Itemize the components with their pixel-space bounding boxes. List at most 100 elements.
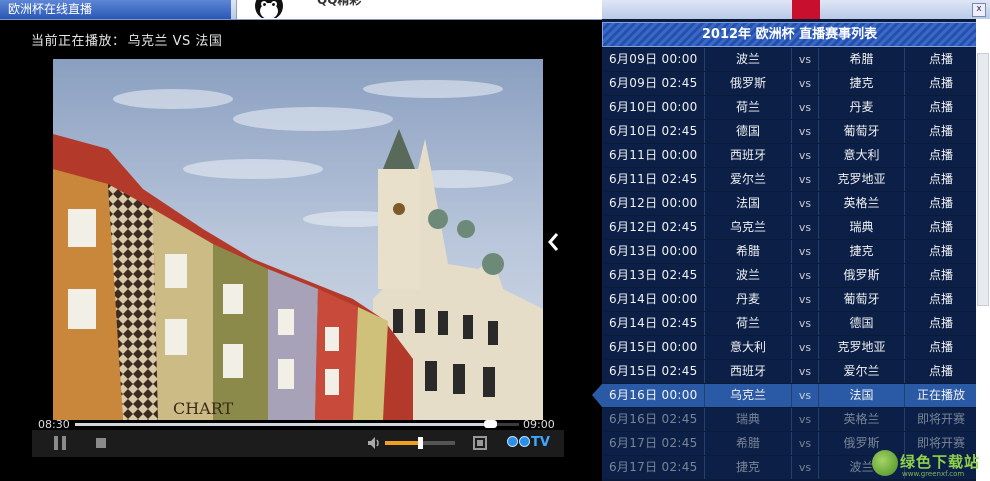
schedule-date: 6月15日 00:00 xyxy=(602,336,705,359)
home-team: 爱尔兰 xyxy=(705,168,792,191)
leaf-logo-icon xyxy=(872,450,898,476)
schedule-row[interactable]: 6月14日 02:45 荷兰 vs 德国 点播 xyxy=(602,312,977,335)
home-team: 乌克兰 xyxy=(705,384,792,407)
schedule-row[interactable]: 6月13日 02:45 波兰 vs 俄罗斯 点播 xyxy=(602,264,977,287)
play-action[interactable]: 点播 xyxy=(905,240,977,263)
vs-label: vs xyxy=(792,456,819,479)
play-action[interactable]: 点播 xyxy=(905,144,977,167)
volume-slider[interactable] xyxy=(385,437,455,449)
schedule-date: 6月13日 00:00 xyxy=(602,240,705,263)
away-team: 丹麦 xyxy=(819,96,905,119)
play-action[interactable]: 点播 xyxy=(905,264,977,287)
schedule-row[interactable]: 6月15日 00:00 意大利 vs 克罗地亚 点播 xyxy=(602,336,977,359)
schedule-scrollbar[interactable] xyxy=(976,19,990,481)
vs-label: vs xyxy=(792,96,819,119)
vs-label: vs xyxy=(792,312,819,335)
schedule-date: 6月16日 00:00 xyxy=(602,384,705,407)
schedule-row[interactable]: 6月16日 02:45 瑞典 vs 英格兰 即将开赛 xyxy=(602,408,977,431)
play-action[interactable]: 点播 xyxy=(905,216,977,239)
video-frame[interactable]: CHART xyxy=(53,59,543,420)
away-team: 英格兰 xyxy=(819,408,905,431)
progress-bar[interactable] xyxy=(75,420,519,428)
vs-label: vs xyxy=(792,408,819,431)
play-action[interactable]: 正在播放 xyxy=(905,384,977,407)
away-team: 葡萄牙 xyxy=(819,288,905,311)
play-action[interactable]: 点播 xyxy=(905,360,977,383)
pptv-logo-dot-icon xyxy=(519,436,530,447)
play-action[interactable]: 点播 xyxy=(905,96,977,119)
vs-label: vs xyxy=(792,48,819,71)
now-playing-label: 当前正在播放： xyxy=(31,34,126,49)
vs-label: vs xyxy=(792,216,819,239)
away-team: 俄罗斯 xyxy=(819,264,905,287)
play-action[interactable]: 点播 xyxy=(905,168,977,191)
schedule-panel: 2012年 欧洲杯 直播赛事列表 6月09日 00:00 波兰 vs 希腊 点播 6月09… xyxy=(592,19,990,481)
play-action[interactable]: 点播 xyxy=(905,312,977,335)
schedule-date: 6月12日 00:00 xyxy=(602,192,705,215)
schedule-date: 6月11日 00:00 xyxy=(602,144,705,167)
home-team: 俄罗斯 xyxy=(705,72,792,95)
site-watermark: 绿色下载站 www.greenxf.com xyxy=(872,449,990,481)
vs-label: vs xyxy=(792,264,819,287)
vs-label: vs xyxy=(792,72,819,95)
schedule-row[interactable]: 6月14日 00:00 丹麦 vs 葡萄牙 点播 xyxy=(602,288,977,311)
schedule-row[interactable]: 6月09日 02:45 俄罗斯 vs 捷克 点播 xyxy=(602,72,977,95)
home-team: 法国 xyxy=(705,192,792,215)
schedule-date: 6月11日 02:45 xyxy=(602,168,705,191)
schedule-row[interactable]: 6月09日 00:00 波兰 vs 希腊 点播 xyxy=(602,48,977,71)
schedule-row[interactable]: 6月15日 02:45 西班牙 vs 爱尔兰 点播 xyxy=(602,360,977,383)
schedule-date: 6月17日 02:45 xyxy=(602,456,705,479)
play-action[interactable]: 点播 xyxy=(905,120,977,143)
play-action[interactable]: 点播 xyxy=(905,288,977,311)
scrollbar-thumb[interactable] xyxy=(977,53,989,306)
play-action[interactable]: 点播 xyxy=(905,192,977,215)
schedule-row[interactable]: 6月11日 00:00 西班牙 vs 意大利 点播 xyxy=(602,144,977,167)
away-team: 葡萄牙 xyxy=(819,120,905,143)
qq-penguin-icon xyxy=(255,0,283,18)
home-team: 乌克兰 xyxy=(705,216,792,239)
qq-banner[interactable]: QQ精彩 xyxy=(236,0,602,19)
now-playing-match: 乌克兰 VS 法国 xyxy=(127,34,223,49)
fullscreen-icon[interactable] xyxy=(473,436,487,450)
stop-button[interactable] xyxy=(96,438,106,448)
collapse-panel-arrow-icon[interactable] xyxy=(547,232,559,252)
volume-knob[interactable] xyxy=(418,437,423,449)
home-team: 丹麦 xyxy=(705,288,792,311)
schedule-row[interactable]: 6月13日 00:00 希腊 vs 捷克 点播 xyxy=(602,240,977,263)
play-action[interactable]: 点播 xyxy=(905,72,977,95)
schedule-row[interactable]: 6月12日 02:45 乌克兰 vs 瑞典 点播 xyxy=(602,216,977,239)
window-tab-title[interactable]: 欧洲杯在线直播 xyxy=(0,0,231,19)
away-team: 克罗地亚 xyxy=(819,168,905,191)
window-title-bar: 欧洲杯在线直播 QQ精彩 x xyxy=(0,0,990,20)
vs-label: vs xyxy=(792,384,819,407)
play-action[interactable]: 点播 xyxy=(905,48,977,71)
red-banner-block xyxy=(792,0,820,19)
qq-label: QQ精彩 xyxy=(317,0,362,7)
home-team: 德国 xyxy=(705,120,792,143)
schedule-row[interactable]: 6月10日 02:45 德国 vs 葡萄牙 点播 xyxy=(602,120,977,143)
home-team: 捷克 xyxy=(705,456,792,479)
home-team: 西班牙 xyxy=(705,144,792,167)
volume-icon[interactable] xyxy=(366,435,382,451)
away-team: 希腊 xyxy=(819,48,905,71)
schedule-row[interactable]: 6月12日 00:00 法国 vs 英格兰 点播 xyxy=(602,192,977,215)
vs-label: vs xyxy=(792,336,819,359)
pause-button[interactable] xyxy=(54,436,68,450)
schedule-date: 6月10日 02:45 xyxy=(602,120,705,143)
watermark-url: www.greenxf.com xyxy=(902,470,965,478)
schedule-row[interactable]: 6月10日 00:00 荷兰 vs 丹麦 点播 xyxy=(602,96,977,119)
schedule-row[interactable]: 6月11日 02:45 爱尔兰 vs 克罗地亚 点播 xyxy=(602,168,977,191)
away-team: 瑞典 xyxy=(819,216,905,239)
pptv-logo: TV xyxy=(507,435,550,451)
watermark-text: 绿色下载站 xyxy=(900,453,981,471)
now-playing-text: 当前正在播放： 乌克兰 VS 法国 xyxy=(31,30,222,49)
progress-knob[interactable] xyxy=(484,420,498,428)
close-icon[interactable]: x xyxy=(972,3,986,17)
schedule-date: 6月09日 00:00 xyxy=(602,48,705,71)
vs-label: vs xyxy=(792,168,819,191)
play-action[interactable]: 点播 xyxy=(905,336,977,359)
volume-fill xyxy=(385,441,420,445)
schedule-date: 6月15日 02:45 xyxy=(602,360,705,383)
schedule-row[interactable]: 6月16日 00:00 乌克兰 vs 法国 正在播放 xyxy=(592,384,977,407)
play-action[interactable]: 即将开赛 xyxy=(905,408,977,431)
